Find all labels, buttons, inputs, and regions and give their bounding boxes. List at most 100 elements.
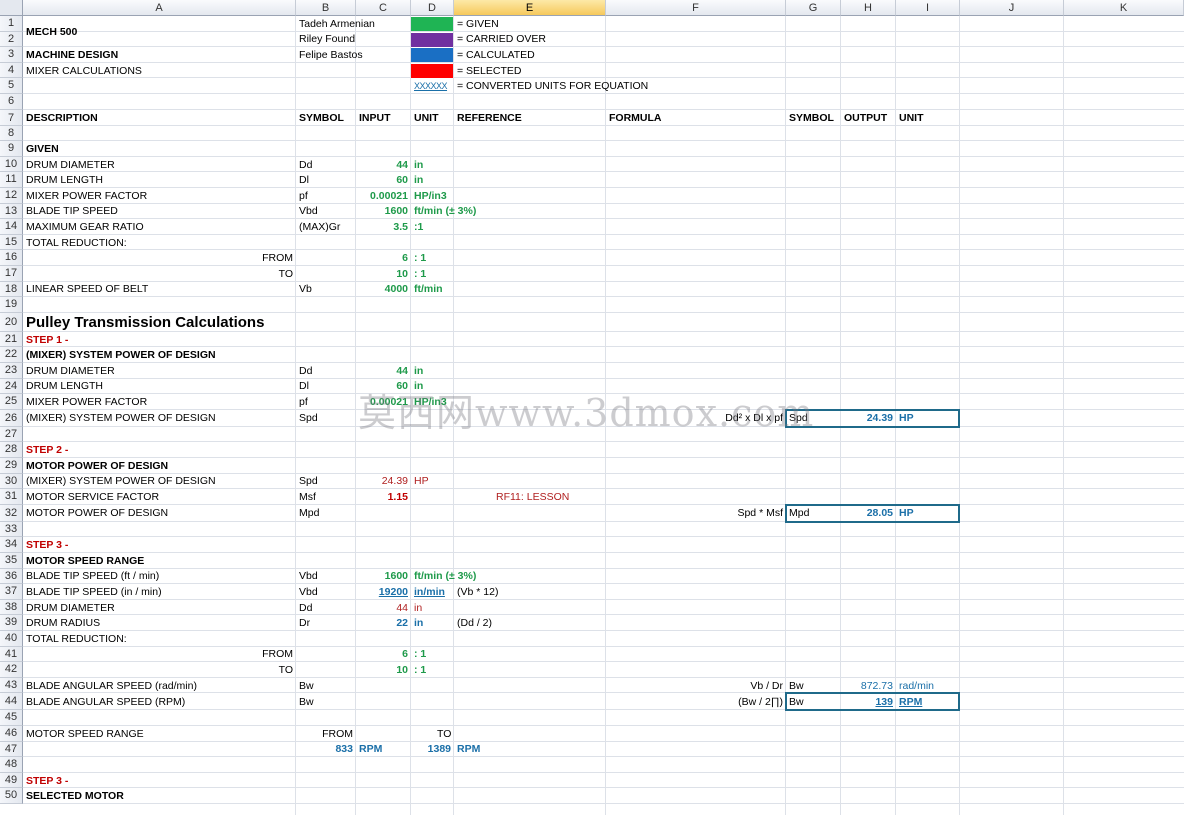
row-header-28[interactable]: 28 xyxy=(0,442,23,458)
row-header-50[interactable]: 50 xyxy=(0,788,23,804)
row-header-20[interactable]: 20 xyxy=(0,312,23,332)
row-header-14[interactable]: 14 xyxy=(0,219,23,235)
row-header-13[interactable]: 13 xyxy=(0,203,23,220)
description-cell[interactable]: DRUM DIAMETER xyxy=(23,600,296,616)
row-header-41[interactable]: 41 xyxy=(0,646,23,663)
range-from-label[interactable]: FROM xyxy=(296,726,356,742)
symbol-cell[interactable]: Vbd xyxy=(296,569,356,585)
header-unit[interactable]: UNIT xyxy=(411,110,454,126)
symbol-cell[interactable]: Dl xyxy=(296,172,356,188)
author-name[interactable]: Riley Found xyxy=(296,32,356,48)
row-header-31[interactable]: 31 xyxy=(0,489,23,505)
description-cell[interactable]: DRUM LENGTH xyxy=(23,379,296,395)
description-cell[interactable]: BLADE TIP SPEED (in / min) xyxy=(23,584,296,600)
range-to-label[interactable]: TO xyxy=(411,726,454,742)
step-label[interactable]: STEP 1 - xyxy=(23,332,296,348)
description-cell[interactable]: MOTOR POWER OF DESIGN xyxy=(23,505,296,522)
row-header-44[interactable]: 44 xyxy=(0,693,23,711)
legend-label-selected[interactable]: = SELECTED xyxy=(454,63,786,79)
unit-cell[interactable]: in xyxy=(411,157,606,173)
formula-cell[interactable]: Spd * Msf xyxy=(606,505,786,522)
input-cell[interactable]: 1.15 xyxy=(356,489,411,505)
range-label[interactable]: TO xyxy=(23,662,296,678)
row-header-26[interactable]: 26 xyxy=(0,409,23,427)
input-cell[interactable]: 60 xyxy=(356,172,411,188)
unit-cell[interactable]: : 1 xyxy=(411,662,606,678)
legend-label-calculated[interactable]: = CALCULATED xyxy=(454,47,786,63)
unit-cell[interactable]: HP xyxy=(411,474,606,490)
unit-cell[interactable]: :1 xyxy=(411,219,606,235)
row-header-43[interactable]: 43 xyxy=(0,677,23,694)
subject-title[interactable]: MACHINE DESIGN xyxy=(23,47,296,63)
row-header-17[interactable]: 17 xyxy=(0,266,23,282)
description-cell[interactable]: DRUM RADIUS xyxy=(23,615,296,631)
header-description[interactable]: DESCRIPTION xyxy=(23,110,296,126)
header-formula[interactable]: FORMULA xyxy=(606,110,786,126)
row-header-38[interactable]: 38 xyxy=(0,599,23,616)
legend-label-converted[interactable]: = CONVERTED UNITS FOR EQUATION xyxy=(454,78,786,94)
topic-title[interactable]: MIXER CALCULATIONS xyxy=(23,63,296,79)
author-name[interactable]: Felipe Bastos xyxy=(296,47,363,63)
description-cell[interactable]: DRUM DIAMETER xyxy=(23,157,296,173)
row-header-12[interactable]: 12 xyxy=(0,188,23,204)
column-header-c[interactable]: C xyxy=(356,0,411,16)
symbol-cell[interactable]: Dd xyxy=(296,600,356,616)
column-header-j[interactable]: J xyxy=(960,0,1064,16)
range-from-value[interactable]: 833 xyxy=(296,742,356,758)
symbol-cell[interactable]: Vbd xyxy=(296,204,356,220)
input-cell[interactable]: 44 xyxy=(356,157,411,173)
row-header-9[interactable]: 9 xyxy=(0,141,23,157)
row-header-42[interactable]: 42 xyxy=(0,662,23,678)
range-label[interactable]: FROM xyxy=(23,647,296,663)
description-cell[interactable]: DRUM DIAMETER xyxy=(23,363,296,379)
input-cell[interactable]: 6 xyxy=(356,647,411,663)
section-given[interactable]: GIVEN xyxy=(23,141,296,157)
step-title[interactable]: SELECTED MOTOR xyxy=(23,788,296,804)
input-cell[interactable]: 1600 xyxy=(356,204,411,220)
row-header-46[interactable]: 46 xyxy=(0,726,23,742)
row-header-39[interactable]: 39 xyxy=(0,615,23,631)
input-cell[interactable]: 44 xyxy=(356,600,411,616)
range-from-unit[interactable]: RPM xyxy=(356,742,411,758)
row-header-4[interactable]: 4 xyxy=(0,62,23,79)
input-cell[interactable]: 24.39 xyxy=(356,474,411,490)
output-unit[interactable]: rad/min xyxy=(896,678,960,694)
description-cell[interactable]: BLADE ANGULAR SPEED (rad/min) xyxy=(23,678,296,694)
row-header-32[interactable]: 32 xyxy=(0,504,23,522)
output-value[interactable]: 872.73 xyxy=(841,678,896,694)
column-header-d[interactable]: D xyxy=(411,0,454,16)
step-title[interactable]: MOTOR SPEED RANGE xyxy=(23,553,296,569)
symbol-cell[interactable]: Dd xyxy=(296,363,356,379)
description-cell[interactable]: MOTOR SPEED RANGE xyxy=(23,726,296,742)
row-header-27[interactable]: 27 xyxy=(0,426,23,443)
row-header-35[interactable]: 35 xyxy=(0,553,23,569)
input-cell[interactable]: 3.5 xyxy=(356,219,411,235)
column-header-e[interactable]: E xyxy=(454,0,606,16)
unit-cell[interactable]: : 1 xyxy=(411,250,606,266)
spreadsheet-grid[interactable]: A B C D E F G H I J K 1 2 3 4 5 6 7 8 9 10 11 12 13 14 15 16 17 18 19… xyxy=(0,0,1184,815)
symbol-cell[interactable]: Spd xyxy=(296,410,356,427)
description-cell[interactable]: TOTAL REDUCTION: xyxy=(23,235,296,251)
input-cell[interactable]: 19200 xyxy=(356,584,411,600)
symbol-cell[interactable]: Bw xyxy=(296,678,356,694)
description-cell[interactable]: MIXER POWER FACTOR xyxy=(23,394,296,410)
column-header-h[interactable]: H xyxy=(841,0,896,16)
header-out-symbol[interactable]: SYMBOL xyxy=(786,110,841,126)
unit-cell[interactable]: : 1 xyxy=(411,266,606,282)
symbol-cell[interactable]: Mpd xyxy=(296,505,356,522)
row-header-19[interactable]: 19 xyxy=(0,297,23,313)
symbol-cell[interactable]: Bw xyxy=(296,693,356,710)
range-label[interactable]: FROM xyxy=(23,250,296,266)
symbol-cell[interactable]: Vb xyxy=(296,282,356,298)
row-header-47[interactable]: 47 xyxy=(0,741,23,758)
header-output[interactable]: OUTPUT xyxy=(841,110,896,126)
legend-label-carried-over[interactable]: = CARRIED OVER xyxy=(454,32,786,48)
step-label[interactable]: STEP 2 - xyxy=(23,442,296,458)
step-label[interactable]: STEP 3 - xyxy=(23,773,296,789)
row-header-16[interactable]: 16 xyxy=(0,250,23,266)
row-header-18[interactable]: 18 xyxy=(0,281,23,298)
column-header-a[interactable]: A xyxy=(23,0,296,16)
unit-cell[interactable]: in xyxy=(411,600,606,616)
input-cell[interactable]: 10 xyxy=(356,266,411,282)
description-cell[interactable]: MOTOR SERVICE FACTOR xyxy=(23,489,296,505)
